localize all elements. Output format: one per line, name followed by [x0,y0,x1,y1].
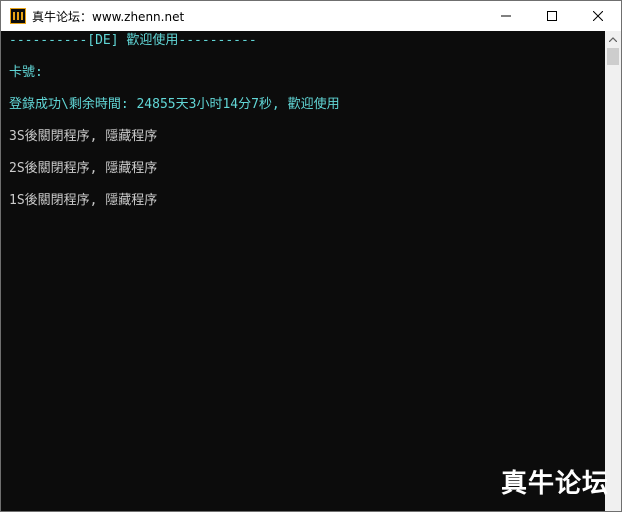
console-line-countdown-2: 2S後關閉程序, 隱藏程序 [9,161,158,176]
close-button[interactable] [575,1,621,31]
console-output[interactable]: ----------[DE] 歡迎使用---------- 卡號: 登錄成功\剩… [1,31,605,511]
vertical-scrollbar[interactable] [605,31,621,511]
watermark: 真牛论坛 [501,469,610,499]
console-line-countdown-1: 1S後關閉程序, 隱藏程序 [9,193,158,208]
console-line-countdown-3: 3S後關閉程序, 隱藏程序 [9,129,158,144]
console-app-icon[interactable] [10,8,26,24]
scroll-thumb[interactable] [607,48,619,65]
console-line-banner: ----------[DE] 歡迎使用---------- [9,33,257,48]
minimize-button[interactable] [483,1,529,31]
caption-buttons [483,1,621,31]
scroll-up-button[interactable] [605,31,621,48]
maximize-icon [547,11,557,21]
chevron-up-icon [609,37,617,42]
title-bar[interactable]: 真牛论坛：www.zhenn.net [1,1,621,31]
close-icon [593,11,603,21]
window-title: 真牛论坛：www.zhenn.net [32,9,185,24]
console-line-card: 卡號: [9,65,43,80]
minimize-icon [501,15,511,17]
console-window: 真牛论坛：www.zhenn.net ----------[DE] 歡迎使用--… [0,0,622,512]
console-line-login-status: 登錄成功\剩余時間: 24855天3小时14分7秒, 歡迎使用 [9,97,340,112]
maximize-button[interactable] [529,1,575,31]
